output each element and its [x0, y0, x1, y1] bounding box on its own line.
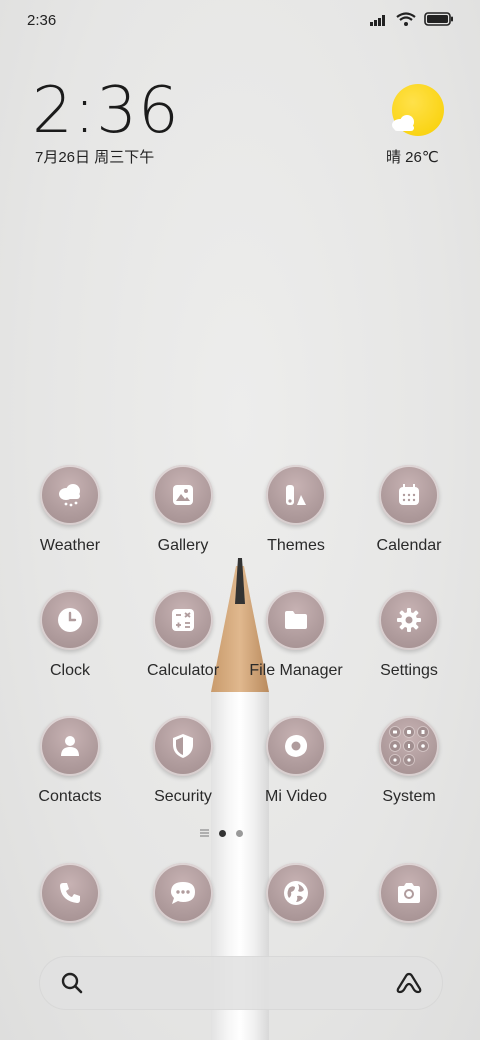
themes-icon — [266, 465, 326, 525]
shield-icon — [153, 716, 213, 776]
app-settings[interactable]: Settings — [353, 590, 465, 680]
dock-camera[interactable] — [353, 863, 465, 923]
gear-icon — [379, 590, 439, 650]
app-gallery[interactable]: Gallery — [127, 465, 239, 555]
app-weather[interactable]: Weather — [14, 465, 126, 555]
page-dot-active[interactable] — [219, 829, 226, 837]
page-dot[interactable] — [236, 829, 243, 837]
app-security[interactable]: Security — [127, 716, 239, 806]
app-contacts[interactable]: Contacts — [14, 716, 126, 806]
weather-icon — [40, 465, 100, 525]
camera-icon — [379, 863, 439, 923]
app-themes[interactable]: Themes — [240, 465, 352, 555]
contacts-icon — [40, 716, 100, 776]
app-system-folder[interactable]: System — [353, 716, 465, 806]
clock-icon — [40, 590, 100, 650]
globe-icon — [266, 863, 326, 923]
app-label: Settings — [380, 662, 438, 679]
page-indicator[interactable] — [200, 829, 243, 837]
video-icon — [266, 716, 326, 776]
battery-icon — [424, 12, 453, 26]
gallery-icon — [153, 465, 213, 525]
wifi-icon — [396, 12, 416, 26]
app-calendar[interactable]: Calendar — [353, 465, 465, 555]
folder-grid-icon — [379, 716, 439, 776]
calculator-icon — [153, 590, 213, 650]
app-calculator[interactable]: Calculator — [127, 590, 239, 680]
calendar-icon — [379, 465, 439, 525]
app-label: Themes — [267, 537, 325, 554]
app-clock[interactable]: Clock — [14, 590, 126, 680]
app-label: Clock — [49, 662, 90, 679]
app-label: Contacts — [38, 788, 102, 805]
folder-icon — [266, 590, 326, 650]
app-label: Weather — [39, 537, 101, 554]
clock-widget-time[interactable]: 2:36 — [32, 74, 180, 148]
messages-icon — [153, 863, 213, 923]
status-bar: 2:36 — [0, 0, 480, 42]
dock-browser[interactable] — [240, 863, 352, 923]
dock-messages[interactable] — [127, 863, 239, 923]
app-label: Calculator — [146, 662, 220, 679]
weather-widget-text: 晴 26℃ — [386, 149, 439, 166]
assistant-icon[interactable] — [395, 971, 423, 995]
app-mi-video[interactable]: Mi Video — [240, 716, 352, 806]
search-icon — [61, 972, 83, 994]
app-label: Mi Video — [265, 788, 327, 805]
status-time: 2:36 — [27, 12, 57, 29]
search-bar[interactable] — [39, 956, 443, 1010]
app-label: Calendar — [376, 537, 442, 554]
app-label: Security — [154, 788, 212, 805]
app-label: System — [382, 788, 436, 805]
dock-phone[interactable] — [14, 863, 126, 923]
clock-widget-date: 7月26日 周三下午 — [35, 149, 155, 166]
page-list-icon[interactable] — [200, 829, 209, 837]
app-label: File Manager — [249, 662, 343, 679]
app-file-manager[interactable]: File Manager — [240, 590, 352, 680]
phone-icon — [40, 863, 100, 923]
app-label: Gallery — [157, 537, 209, 554]
weather-cloud-icon — [392, 115, 414, 131]
signal-icon — [370, 14, 385, 26]
